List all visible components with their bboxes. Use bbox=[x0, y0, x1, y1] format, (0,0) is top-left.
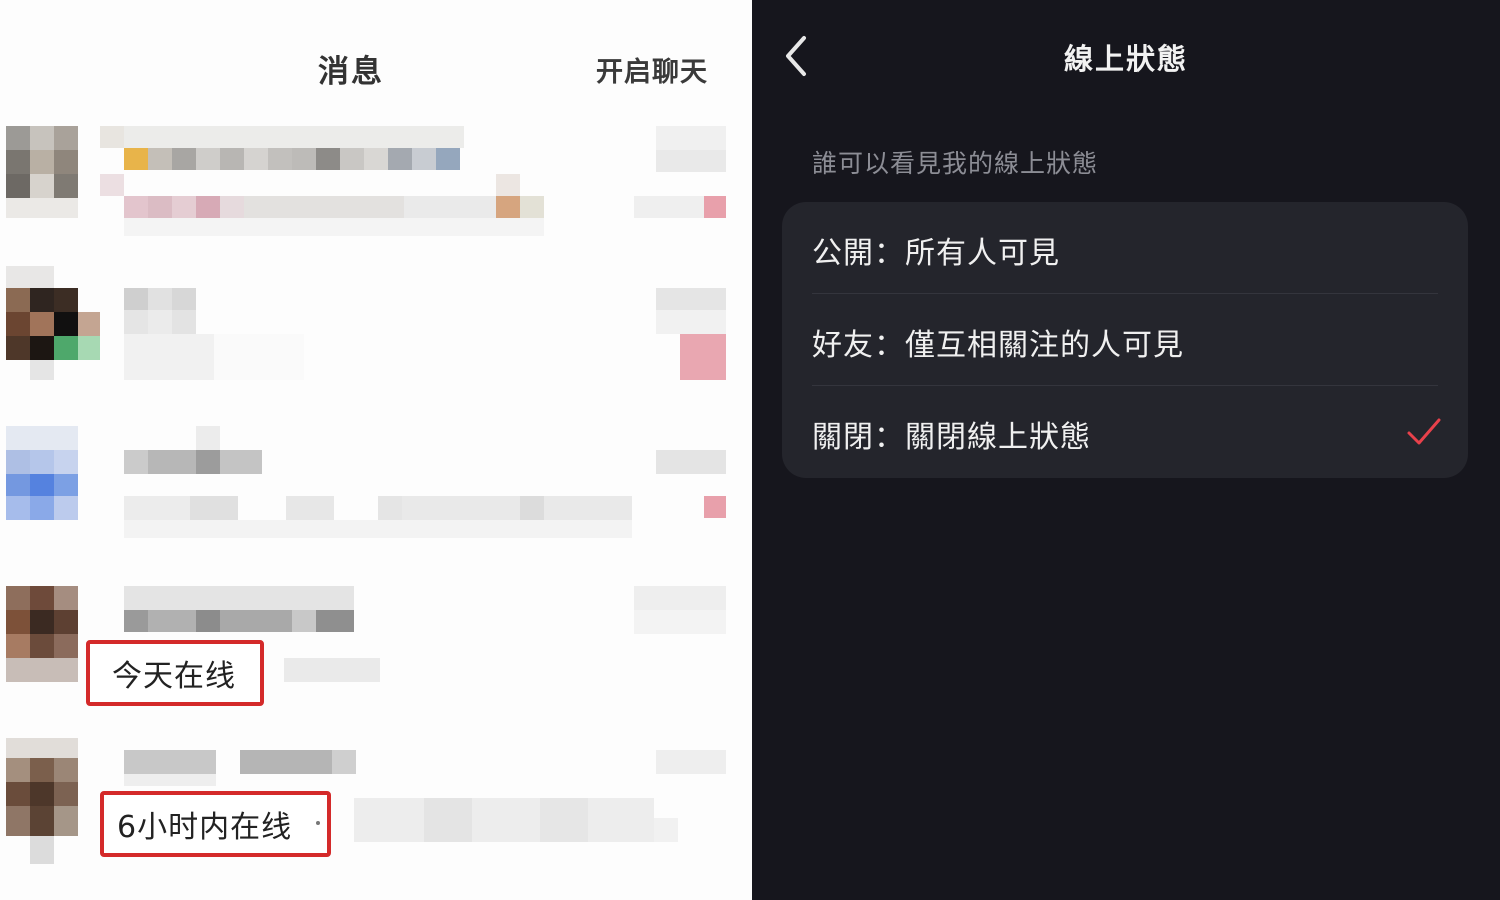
unread-badge bbox=[704, 496, 726, 518]
messages-screen: 消息 开启聊天 今天在线 6小时内在线 bbox=[0, 0, 752, 900]
section-label: 誰可以看見我的線上狀態 bbox=[812, 149, 1099, 178]
online-status-label: 今天在线 bbox=[86, 640, 264, 706]
page-title: 線上狀態 bbox=[1063, 42, 1188, 76]
option-friends[interactable]: 好友：僅互相關注的人可見 bbox=[782, 294, 1468, 386]
page-title: 消息 bbox=[318, 54, 384, 90]
dot-separator bbox=[316, 821, 320, 825]
online-status-settings-screen: 線上狀態 誰可以看見我的線上狀態 公開：所有人可見 好友：僅互相關注的人可見 關… bbox=[752, 0, 1500, 900]
conversation-row[interactable] bbox=[0, 122, 752, 242]
option-label: 好友：僅互相關注的人可見 bbox=[812, 328, 1184, 363]
start-chat-button[interactable]: 开启聊天 bbox=[596, 50, 708, 89]
option-label: 公開：所有人可見 bbox=[812, 236, 1060, 271]
composite-screenshot: 消息 开启聊天 今天在线 6小时内在线 線上狀態 誰可以看見我的線上狀態 公開：… bbox=[0, 0, 1500, 900]
unread-badge bbox=[704, 196, 726, 218]
visibility-options-card: 公開：所有人可見 好友：僅互相關注的人可見 關閉：關閉線上狀態 bbox=[782, 202, 1468, 478]
option-off[interactable]: 關閉：關閉線上狀態 bbox=[782, 386, 1468, 478]
conversation-row[interactable] bbox=[0, 262, 752, 402]
option-public[interactable]: 公開：所有人可見 bbox=[782, 202, 1468, 294]
option-label: 關閉：關閉線上狀態 bbox=[812, 420, 1091, 455]
checkmark-icon bbox=[1407, 418, 1441, 445]
conversation-row[interactable] bbox=[0, 426, 752, 546]
online-status-label: 6小时内在线 bbox=[100, 791, 331, 857]
